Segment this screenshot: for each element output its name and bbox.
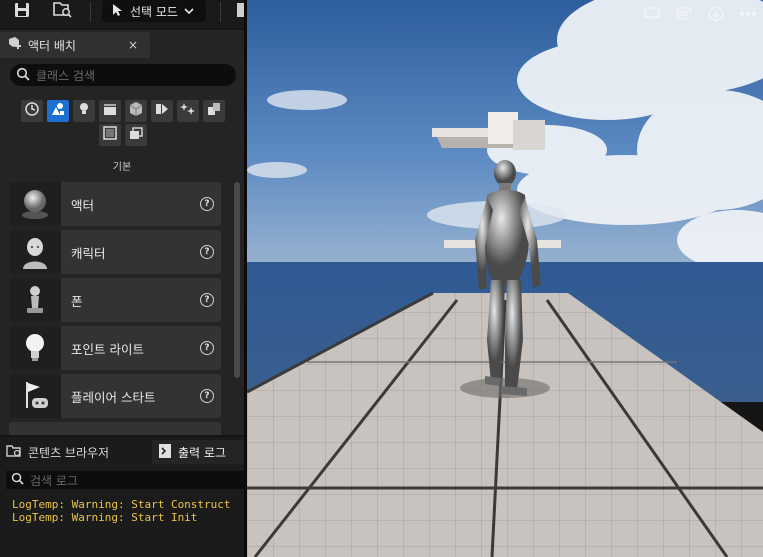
search-placeholder: 검색 로그 (30, 473, 78, 488)
viewport-toolbar (641, 4, 759, 24)
stack-icon (128, 125, 144, 145)
tab-output-log[interactable]: 출력 로그 (152, 440, 244, 464)
item-label: 액터 (71, 198, 95, 213)
close-icon[interactable]: × (128, 38, 138, 52)
tab-content-browser[interactable]: 콘텐츠 브라우저 (0, 440, 150, 464)
actor-sphere-icon (9, 182, 61, 226)
main-toolbar: 선택 모드 (0, 0, 246, 28)
clock-icon (24, 101, 40, 121)
list-item-actor[interactable]: 액터 ? (9, 182, 221, 226)
section-label: 기본 (112, 162, 132, 173)
chevron-down-icon (184, 4, 194, 18)
log-output: LogTemp: Warning: Start Construct LogTemp… (12, 498, 231, 524)
layout-icon[interactable] (673, 4, 695, 24)
search-icon (16, 67, 30, 84)
help-icon[interactable]: ? (200, 197, 214, 211)
frame-icon (102, 125, 118, 145)
item-label: 캐릭터 (71, 246, 106, 261)
search-placeholder: 클래스 검색 (36, 68, 96, 83)
category-visual-effects[interactable] (125, 100, 147, 122)
level-viewport[interactable] (247, 0, 763, 557)
list-item-character[interactable]: 캐릭터 ? (9, 230, 221, 274)
category-lights[interactable] (73, 100, 95, 122)
tab-label: 콘텐츠 브라우저 (28, 445, 110, 460)
help-icon[interactable]: ? (200, 293, 214, 307)
media-icon (154, 101, 170, 121)
select-cursor-icon (110, 3, 124, 20)
chat-icon[interactable] (641, 4, 663, 24)
place-actors-icon (6, 36, 22, 55)
search-icon (11, 472, 24, 488)
category-recent[interactable] (21, 100, 43, 122)
category-cinematic[interactable] (99, 100, 121, 122)
tab-label: 액터 배치 (28, 38, 76, 53)
help-icon[interactable]: ? (200, 389, 214, 403)
list-item-point-light[interactable]: 포인트 라이트 ? (9, 326, 221, 370)
mode-label: 선택 모드 (130, 4, 178, 19)
log-search-input[interactable]: 검색 로그 (6, 471, 244, 489)
viewport-scene (247, 0, 763, 557)
list-item-player-start[interactable]: 플레이어 스타트 ? (9, 374, 221, 418)
folder-search-icon (51, 0, 73, 24)
effects-icon (180, 101, 196, 121)
item-label: 포인트 라이트 (71, 342, 144, 357)
browse-asset-button[interactable] (48, 0, 76, 24)
tab-label: 출력 로그 (178, 445, 226, 460)
category-effects[interactable] (177, 100, 199, 122)
character-icon (9, 230, 61, 274)
cube-icon (128, 101, 144, 121)
item-label: 플레이어 스타트 (71, 390, 156, 405)
selection-mode-dropdown[interactable]: 선택 모드 (102, 0, 206, 22)
player-start-icon (9, 374, 61, 418)
class-search-input[interactable]: 클래스 검색 (10, 64, 236, 86)
list-item-partial[interactable] (9, 422, 221, 435)
category-geometry[interactable] (151, 100, 173, 122)
point-light-icon (9, 326, 61, 370)
tab-place-actors[interactable]: 액터 배치 × (0, 32, 150, 58)
log-line: LogTemp: Warning: Start Init (12, 511, 198, 524)
item-label: 폰 (71, 294, 83, 309)
toolbar-separator (90, 2, 91, 22)
place-actors-panel: 액터 배치 × 클래스 검색 기본 액터 ? 캐릭터 ? 폰 ? 포인트 라이트… (0, 30, 244, 435)
save-icon (13, 1, 31, 23)
output-log-icon (158, 443, 172, 462)
panel-scrollbar[interactable] (234, 182, 240, 378)
pawn-icon (9, 278, 61, 322)
help-icon[interactable]: ? (200, 341, 214, 355)
category-basic[interactable] (47, 100, 69, 122)
help-icon[interactable]: ? (200, 245, 214, 259)
content-browser-icon (6, 444, 22, 461)
toolbar-separator (220, 2, 221, 22)
shapes-icon (50, 101, 66, 121)
bottom-panel: 콘텐츠 브라우저 출력 로그 검색 로그 LogTemp: Warning: S… (0, 437, 244, 557)
download-icon[interactable] (705, 4, 727, 24)
category-volumes[interactable] (203, 100, 225, 122)
log-line: LogTemp: Warning: Start Construct (12, 498, 231, 511)
category-all-classes[interactable] (99, 124, 121, 146)
save-button[interactable] (8, 0, 36, 24)
blueprint-icon (231, 1, 245, 23)
volume-icon (206, 101, 222, 121)
lightbulb-icon (76, 101, 92, 121)
clapperboard-icon (102, 101, 118, 121)
list-item-pawn[interactable]: 폰 ? (9, 278, 221, 322)
category-shapes[interactable] (125, 124, 147, 146)
more-options-icon[interactable] (737, 4, 759, 24)
